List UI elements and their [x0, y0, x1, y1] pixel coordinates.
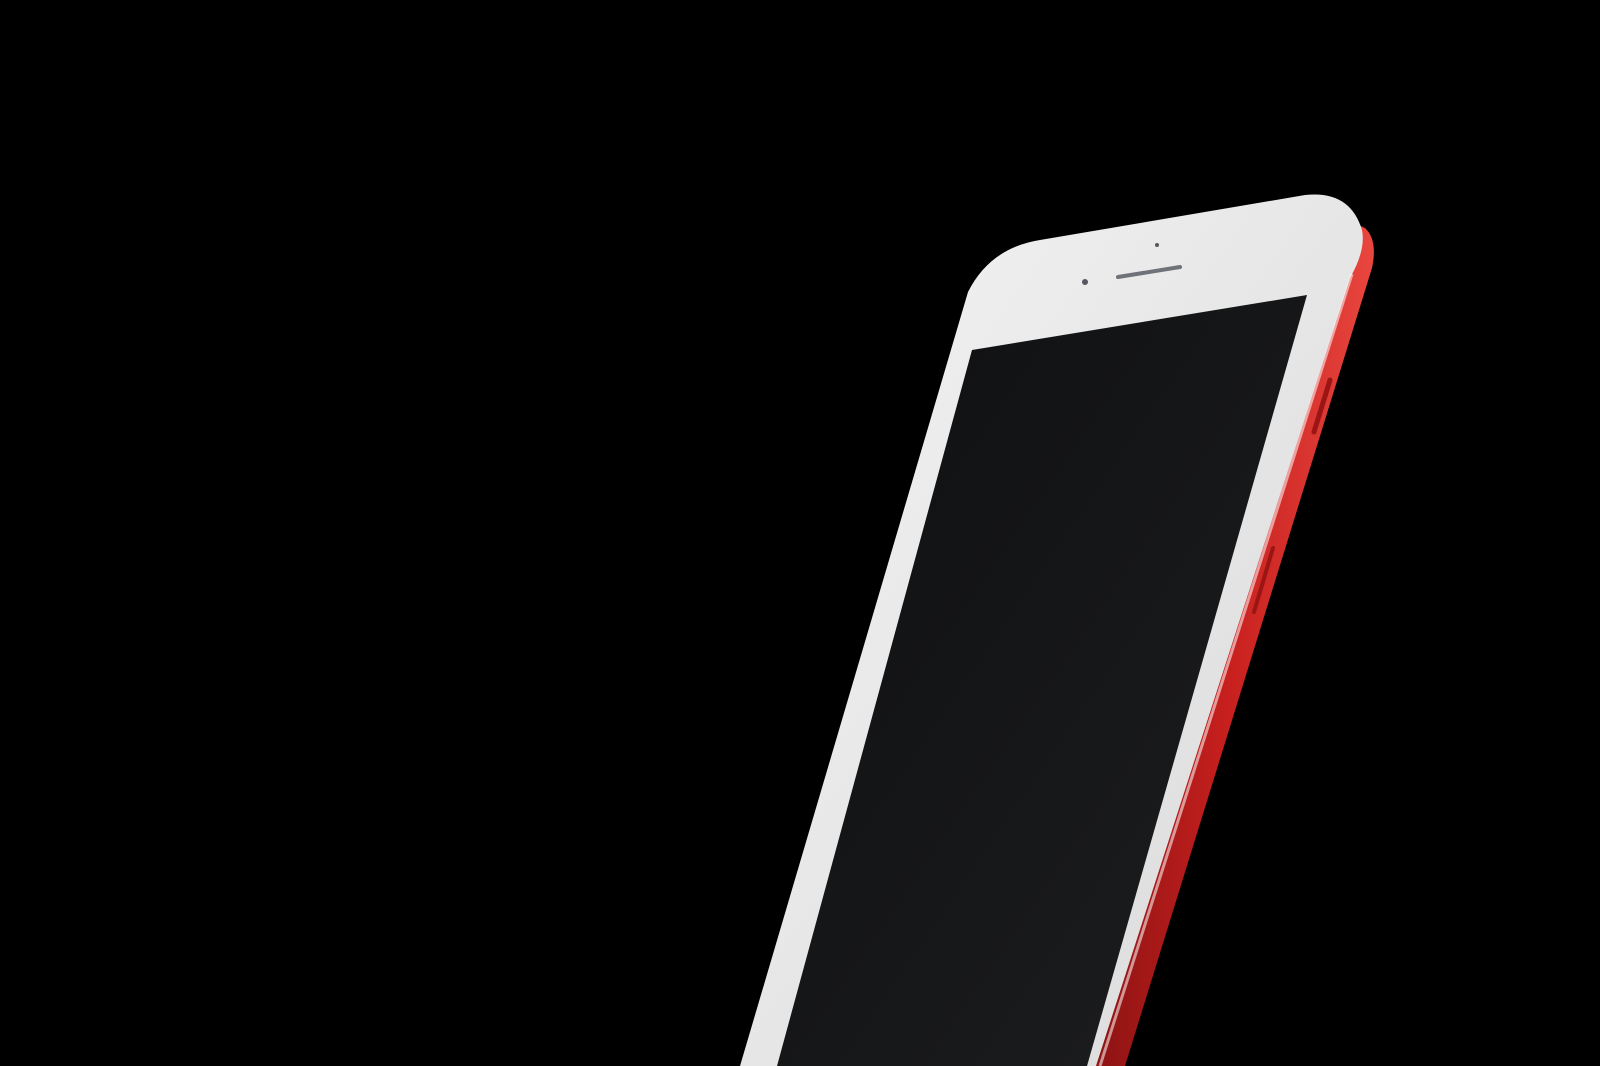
- proximity-sensor-icon: [1155, 243, 1159, 247]
- front-camera-icon: [1082, 279, 1088, 285]
- photo-scene: [0, 0, 1600, 1066]
